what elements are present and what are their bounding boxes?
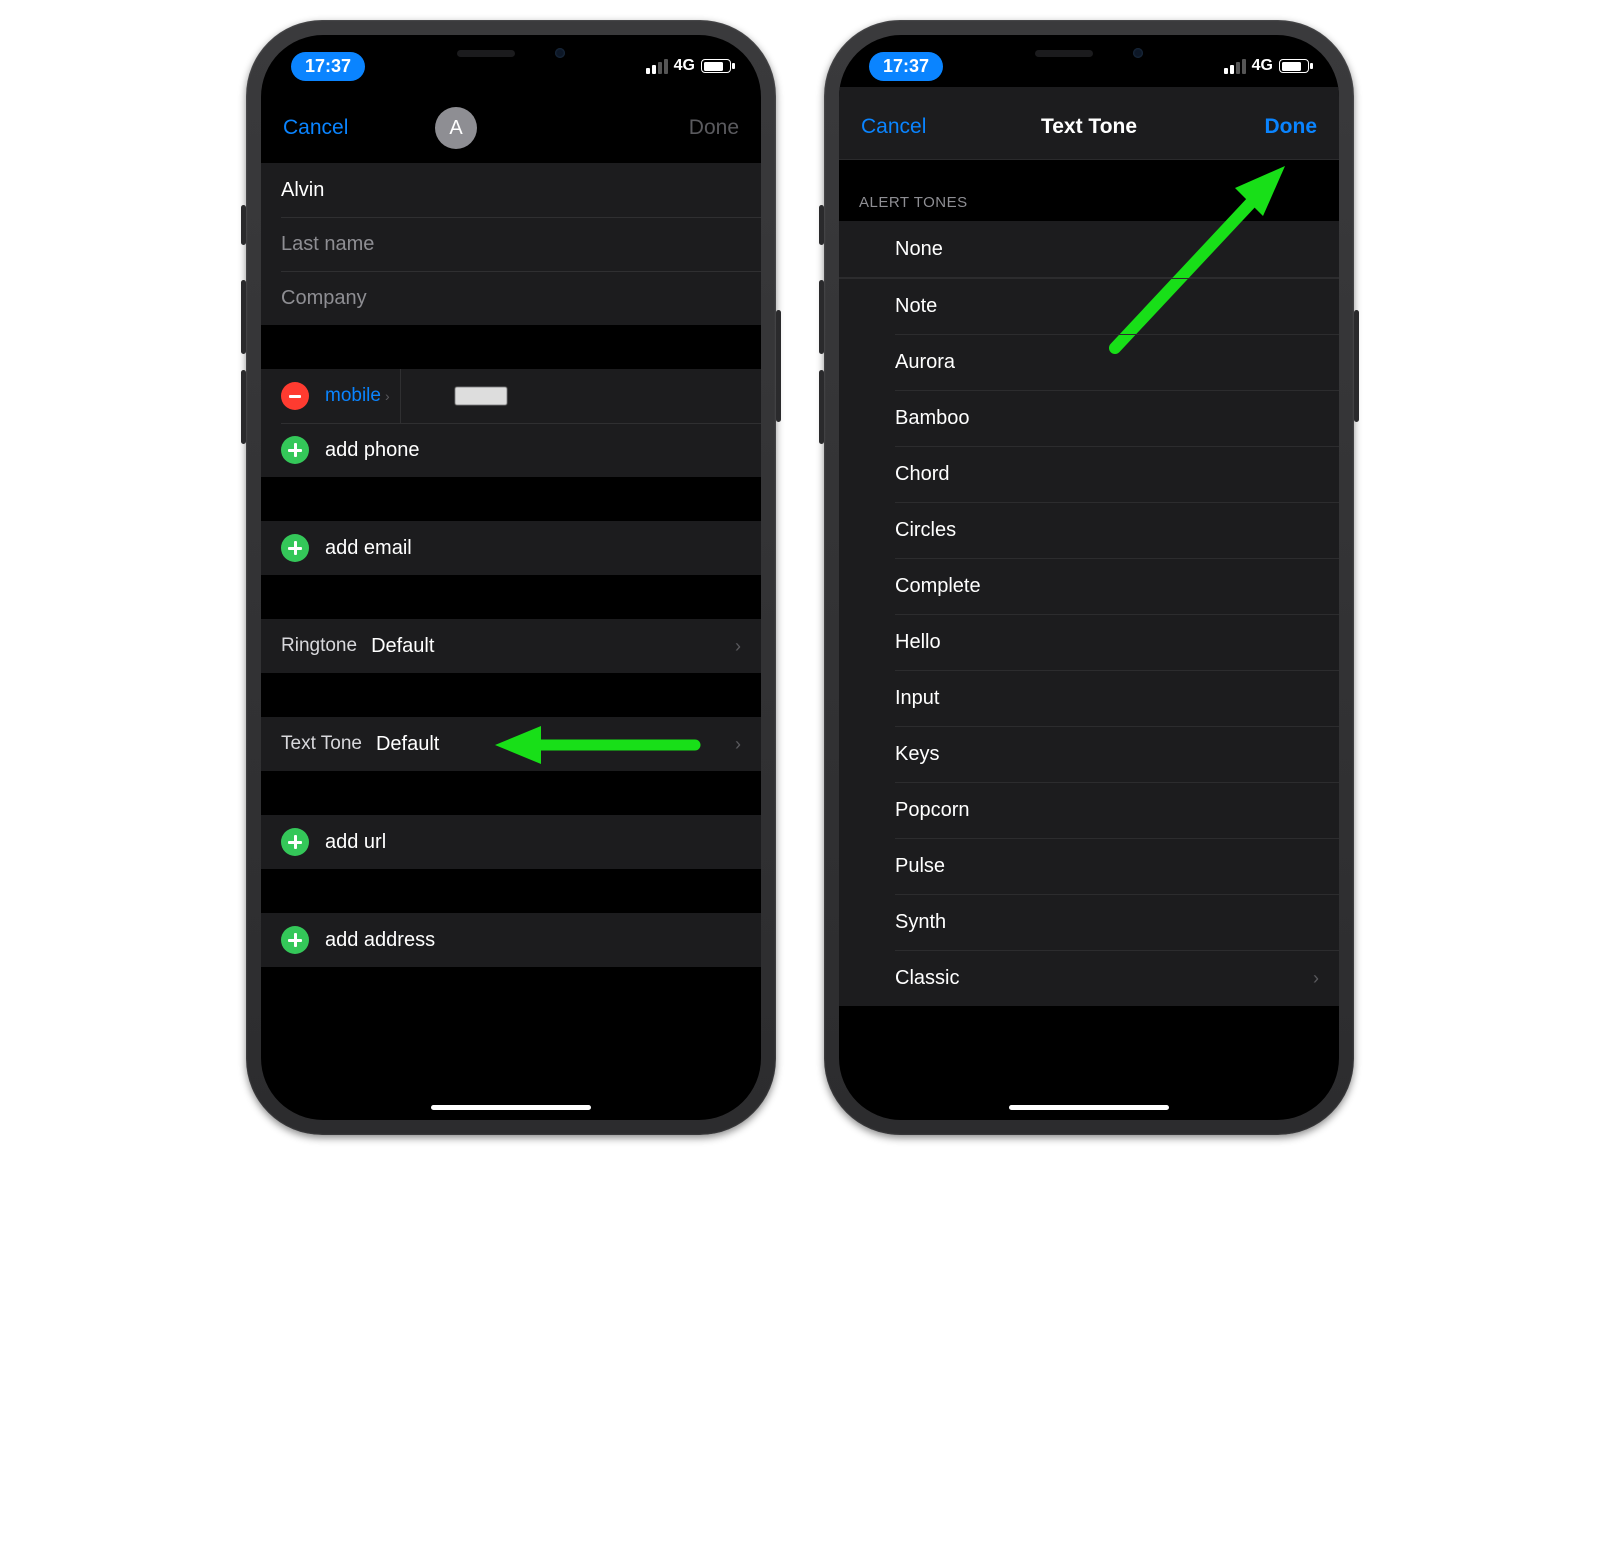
tone-option[interactable]: Popcorn: [839, 782, 1339, 838]
screen-edit-contact: 17:37 4G Cancel A Done Alvin Last name C…: [261, 35, 761, 1120]
speaker-grille: [457, 50, 515, 57]
home-indicator[interactable]: [1009, 1105, 1169, 1110]
tone-option[interactable]: Note: [839, 278, 1339, 334]
page-title: Text Tone: [1013, 115, 1165, 139]
tone-list-content[interactable]: ALERT TONES None Note Aurora Bamboo Chord Cir…: [839, 160, 1339, 1120]
phone-type-label[interactable]: mobile: [325, 385, 381, 407]
done-button: Done: [587, 116, 739, 140]
tone-option[interactable]: Complete: [839, 558, 1339, 614]
tone-option-label: Classic: [895, 967, 959, 990]
add-url-label: add url: [325, 831, 386, 854]
company-field[interactable]: Company: [261, 271, 761, 325]
text-tone-value: Default: [376, 733, 439, 756]
battery-icon: [701, 59, 731, 73]
tone-option-label: Note: [895, 295, 937, 318]
add-address-label: add address: [325, 929, 435, 952]
tone-option-label: Pulse: [895, 855, 945, 878]
contact-avatar[interactable]: A: [435, 107, 477, 149]
tone-option-label: Hello: [895, 631, 941, 654]
add-icon: [281, 926, 309, 954]
tone-option-label: None: [895, 238, 943, 261]
text-tone-row[interactable]: Text Tone Default ›: [261, 717, 761, 771]
add-email-label: add email: [325, 537, 412, 560]
speaker-grille: [1035, 50, 1093, 57]
notch: [397, 35, 625, 71]
chevron-right-icon: ›: [1313, 968, 1319, 989]
ringtone-label: Ringtone: [281, 635, 357, 657]
tone-option[interactable]: Keys: [839, 726, 1339, 782]
side-button-power: [1354, 310, 1359, 422]
home-indicator[interactable]: [431, 1105, 591, 1110]
text-tone-label: Text Tone: [281, 733, 362, 755]
time-pill[interactable]: 17:37: [291, 52, 365, 81]
add-email-row[interactable]: add email: [261, 521, 761, 575]
tone-option[interactable]: Chord: [839, 446, 1339, 502]
ringtone-value: Default: [371, 635, 434, 658]
section-header-alert-tones: ALERT TONES: [839, 194, 1339, 221]
tone-option-label: Complete: [895, 575, 981, 598]
chevron-right-icon: ›: [735, 734, 741, 755]
phone-number-redacted[interactable]: [455, 387, 507, 405]
signal-icon: [1224, 59, 1246, 74]
tone-option-label: Chord: [895, 463, 949, 486]
add-icon: [281, 534, 309, 562]
tone-option-label: Synth: [895, 911, 946, 934]
tone-option-label: Popcorn: [895, 799, 970, 822]
add-icon: [281, 436, 309, 464]
chevron-right-icon: ›: [735, 636, 741, 657]
tone-option[interactable]: Pulse: [839, 838, 1339, 894]
cancel-button[interactable]: Cancel: [861, 115, 1013, 139]
phone-right: 17:37 4G Cancel Text Tone Done ALERT TON…: [824, 20, 1354, 1135]
side-button-vol-up: [241, 280, 246, 354]
tone-option-label: Bamboo: [895, 407, 970, 430]
add-address-row[interactable]: add address: [261, 913, 761, 967]
signal-icon: [646, 59, 668, 74]
tone-option[interactable]: Circles: [839, 502, 1339, 558]
alert-tones-list: None Note Aurora Bamboo Chord Circles Complete…: [839, 221, 1339, 1006]
front-camera: [1133, 48, 1143, 58]
add-phone-row[interactable]: add phone: [261, 423, 761, 477]
tone-option[interactable]: Aurora: [839, 334, 1339, 390]
done-button[interactable]: Done: [1165, 115, 1317, 139]
side-button-vol-down: [241, 370, 246, 444]
nav-bar: Cancel A Done: [261, 87, 761, 163]
tone-option[interactable]: None: [839, 221, 1339, 277]
tone-option[interactable]: Synth: [839, 894, 1339, 950]
tone-option[interactable]: Hello: [839, 614, 1339, 670]
tone-option[interactable]: Bamboo: [839, 390, 1339, 446]
tone-option[interactable]: Input: [839, 670, 1339, 726]
ringtone-row[interactable]: Ringtone Default ›: [261, 619, 761, 673]
add-url-row[interactable]: add url: [261, 815, 761, 869]
last-name-field[interactable]: Last name: [261, 217, 761, 271]
network-label: 4G: [1252, 57, 1273, 75]
notch: [975, 35, 1203, 71]
add-icon: [281, 828, 309, 856]
phone-left: 17:37 4G Cancel A Done Alvin Last name C…: [246, 20, 776, 1135]
nav-bar: Cancel Text Tone Done: [839, 87, 1339, 160]
remove-icon[interactable]: [281, 382, 309, 410]
phone-entry-row[interactable]: mobile ›: [261, 369, 761, 423]
side-button-mute: [819, 205, 824, 245]
tone-option[interactable]: Classic ›: [839, 950, 1339, 1006]
tone-option-label: Aurora: [895, 351, 955, 374]
side-button-mute: [241, 205, 246, 245]
tone-option-label: Input: [895, 687, 939, 710]
add-phone-label: add phone: [325, 439, 420, 462]
edit-contact-content: Alvin Last name Company mobile › add pho…: [261, 163, 761, 1120]
time-pill[interactable]: 17:37: [869, 52, 943, 81]
side-button-vol-down: [819, 370, 824, 444]
first-name-field[interactable]: Alvin: [261, 163, 761, 217]
network-label: 4G: [674, 57, 695, 75]
side-button-power: [776, 310, 781, 422]
front-camera: [555, 48, 565, 58]
cancel-button[interactable]: Cancel: [283, 116, 435, 140]
tone-option-label: Circles: [895, 519, 956, 542]
screen-text-tone: 17:37 4G Cancel Text Tone Done ALERT TON…: [839, 35, 1339, 1120]
tone-option-label: Keys: [895, 743, 939, 766]
battery-icon: [1279, 59, 1309, 73]
side-button-vol-up: [819, 280, 824, 354]
chevron-right-icon: ›: [385, 388, 390, 404]
